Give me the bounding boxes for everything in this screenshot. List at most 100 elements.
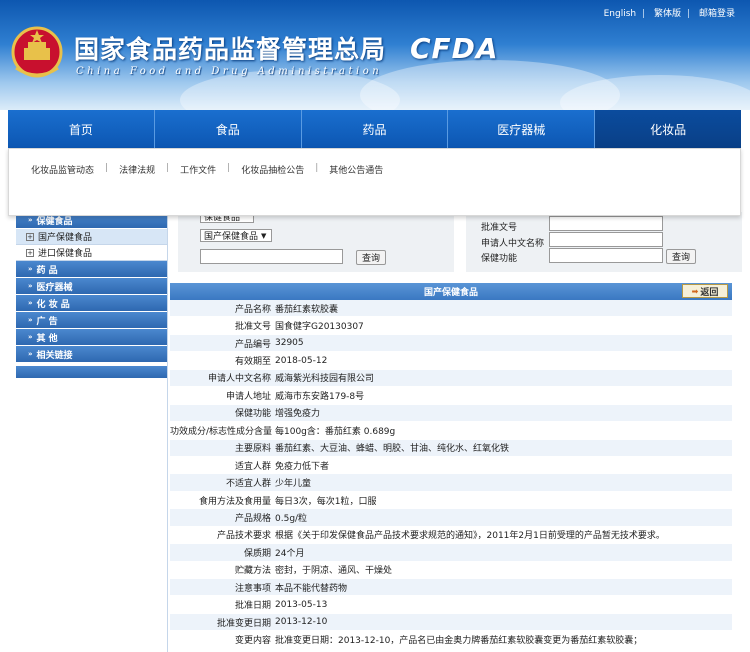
submenu-item-supervision-news[interactable]: 化妆品监管动态 (29, 163, 96, 176)
table-row: 批准日期 2013-05-13 (170, 596, 732, 614)
search-panel-fields: 批准文号 申请人中文名称 保健功能 查询 (466, 212, 742, 272)
table-row: 产品编号 32905 (170, 334, 732, 353)
arrow-right-icon: » (28, 299, 33, 307)
field-label: 产品编号 (234, 339, 271, 350)
table-row: 变更内容 批准变更日期：2013-12-10，产品名已由金奥力牌番茄红素软胶囊变更… (170, 631, 732, 649)
field-value: 0.5g/粒 (275, 513, 308, 524)
table-row: 功效成分/标志性成分含量 每100g含：番茄红素 0.689g (170, 422, 732, 440)
table-row: 申请人中文名称 威海紫光科技园有限公司 (170, 369, 732, 388)
site-header: English | 繁体版 | 邮箱登录 国家食品药品监督管理总局 China Fo… (0, 0, 750, 110)
table-row: 食用方法及食用量 每日3次，每次1粒，口服 (170, 491, 732, 510)
arrow-right-icon: ➡ (691, 286, 699, 296)
type-select[interactable]: 国产保健食品 ▼ (200, 229, 272, 242)
english-link[interactable]: English (604, 9, 637, 19)
query-button-2[interactable]: 查询 (666, 249, 696, 264)
field-label: 贮藏方法 (234, 566, 271, 577)
field-label: 功效成分/标志性成分含量 (170, 426, 273, 437)
sidebar-item-medical-device[interactable]: » 医疗器械 (16, 278, 168, 295)
field-value: 番茄红素软胶囊 (275, 304, 339, 315)
expand-plus-icon: + (26, 248, 34, 257)
sidebar-subitem-domestic-health-food[interactable]: + 国产保健食品 (16, 229, 168, 245)
keyword-input[interactable] (200, 249, 343, 264)
table-row: 贮藏方法 密封，于阴凉、通风、干燥处 (170, 561, 732, 579)
table-row: 注意事项 本品不能代替药物 (170, 579, 732, 597)
table-row: 批准文号 国食健字G20130307 (170, 317, 732, 335)
field-label: 适宜人群 (234, 461, 271, 472)
national-emblem-icon (11, 26, 63, 78)
field-label: 产品名称 (234, 304, 271, 315)
nav-medical-device[interactable]: 医疗器械 (448, 110, 596, 148)
field-value: 24个月 (275, 548, 305, 559)
table-row: 保质期 24个月 (170, 544, 732, 562)
back-button[interactable]: ➡ 返回 (682, 284, 728, 298)
table-row: 产品名称 番茄红素软胶囊 (170, 300, 732, 318)
traditional-chinese-link[interactable]: 繁体版 (654, 9, 681, 19)
field-value: 每日3次，每次1粒，口服 (275, 496, 377, 507)
field-value: 2018-05-12 (275, 355, 328, 366)
query-button[interactable]: 查询 (356, 250, 386, 265)
nav-cosmetics[interactable]: 化妆品 (595, 110, 741, 148)
table-row: 批准变更日期 2013-12-10 (170, 613, 732, 632)
field-value: 本品不能代替药物 (275, 583, 348, 594)
field-value: 免疫力低下者 (275, 461, 330, 472)
field-label: 产品规格 (234, 513, 271, 524)
field-value: 32905 (275, 338, 304, 349)
detail-rows: 产品名称 番茄红素软胶囊 批准文号 国食健字G20130307 产品编号 32905 有效期… (170, 300, 732, 649)
submenu-item-work-documents[interactable]: 工作文件 (178, 163, 218, 176)
field-value: 少年儿童 (275, 479, 312, 490)
field-value: 番茄红素、大豆油、蜂蜡、明胶、甘油、纯化水、红氧化铁 (275, 444, 510, 455)
submenu-item-inspection-notices[interactable]: 化妆品抽检公告 (239, 163, 306, 176)
mail-login-link[interactable]: 邮箱登录 (699, 9, 735, 19)
nav-food[interactable]: 食品 (154, 110, 302, 148)
field-value: 2013-12-10 (275, 617, 328, 628)
table-row: 保健功能 增强免疫力 (170, 404, 732, 423)
sidebar-item-related-links[interactable]: » 相关链接 (16, 346, 168, 363)
arrow-right-icon: » (28, 333, 33, 341)
table-row: 不适宜人群 少年儿童 (170, 474, 732, 492)
cfda-logo: CFDA (410, 32, 499, 65)
applicant-name-input[interactable] (549, 232, 663, 247)
field-label: 批准文号 (234, 322, 271, 333)
product-detail-table: 国产保健食品 ➡ 返回 产品名称 番茄红素软胶囊 批准文号 国食健字G20130307… (170, 283, 732, 649)
cosmetics-submenu: 化妆品监管动态 | 法律法规 | 工作文件 | 化妆品抽检公告 | 其他公告通告 (8, 148, 741, 216)
sidebar-item-other[interactable]: » 其 他 (16, 329, 168, 346)
approval-number-label: 批准文号 (481, 223, 518, 233)
field-label: 食用方法及食用量 (198, 496, 271, 507)
applicant-name-label: 申请人中文名称 (481, 239, 545, 249)
field-label: 申请人地址 (225, 391, 271, 402)
site-title: 国家食品药品监督管理总局 (74, 35, 387, 64)
main-nav: 首页 食品 药品 医疗器械 化妆品 (8, 110, 741, 148)
sidebar-subitem-imported-health-food[interactable]: + 进口保健食品 (16, 245, 168, 261)
search-panel-category: 保健食品 国产保健食品 ▼ 查询 (178, 210, 454, 272)
arrow-right-icon: » (28, 316, 33, 324)
dropdown-arrow-icon: ▼ (261, 231, 267, 240)
detail-header: 国产保健食品 ➡ 返回 (170, 283, 732, 300)
sidebar-item-drug[interactable]: » 药 品 (16, 261, 168, 278)
arrow-right-icon: » (28, 350, 33, 358)
field-label: 保质期 (243, 548, 271, 559)
sidebar-item-advertising[interactable]: » 广 告 (16, 312, 168, 329)
health-function-input[interactable] (549, 248, 663, 263)
field-label: 主要原料 (234, 444, 271, 455)
field-label: 申请人中文名称 (207, 374, 271, 385)
field-value: 密封，于阴凉、通风、干燥处 (275, 566, 393, 577)
sidebar-divider (167, 212, 168, 652)
submenu-item-laws[interactable]: 法律法规 (117, 163, 157, 176)
nav-home[interactable]: 首页 (8, 110, 155, 148)
top-field-input[interactable] (549, 216, 663, 231)
sidebar-item-cosmetics[interactable]: » 化 妆 品 (16, 295, 168, 312)
table-row: 产品规格 0.5g/粒 (170, 509, 732, 527)
arrow-right-icon: » (28, 265, 33, 273)
field-label: 保健功能 (234, 409, 271, 420)
submenu-item-other-notices[interactable]: 其他公告通告 (327, 163, 385, 176)
health-function-label: 保健功能 (481, 254, 518, 264)
field-label: 注意事项 (234, 583, 271, 594)
field-label: 批准日期 (234, 601, 271, 612)
site-subtitle: China Food and Drug Administration (76, 66, 383, 77)
nav-drug[interactable]: 药品 (301, 110, 449, 148)
detail-title: 国产保健食品 (423, 288, 478, 298)
field-label: 产品技术要求 (216, 531, 271, 542)
field-label: 批准变更日期 (216, 618, 271, 629)
sidebar: » 保健食品 + 国产保健食品 + 进口保健食品 » 药 品 » 医疗器械 » … (16, 212, 168, 378)
table-row: 适宜人群 免疫力低下者 (170, 456, 732, 475)
